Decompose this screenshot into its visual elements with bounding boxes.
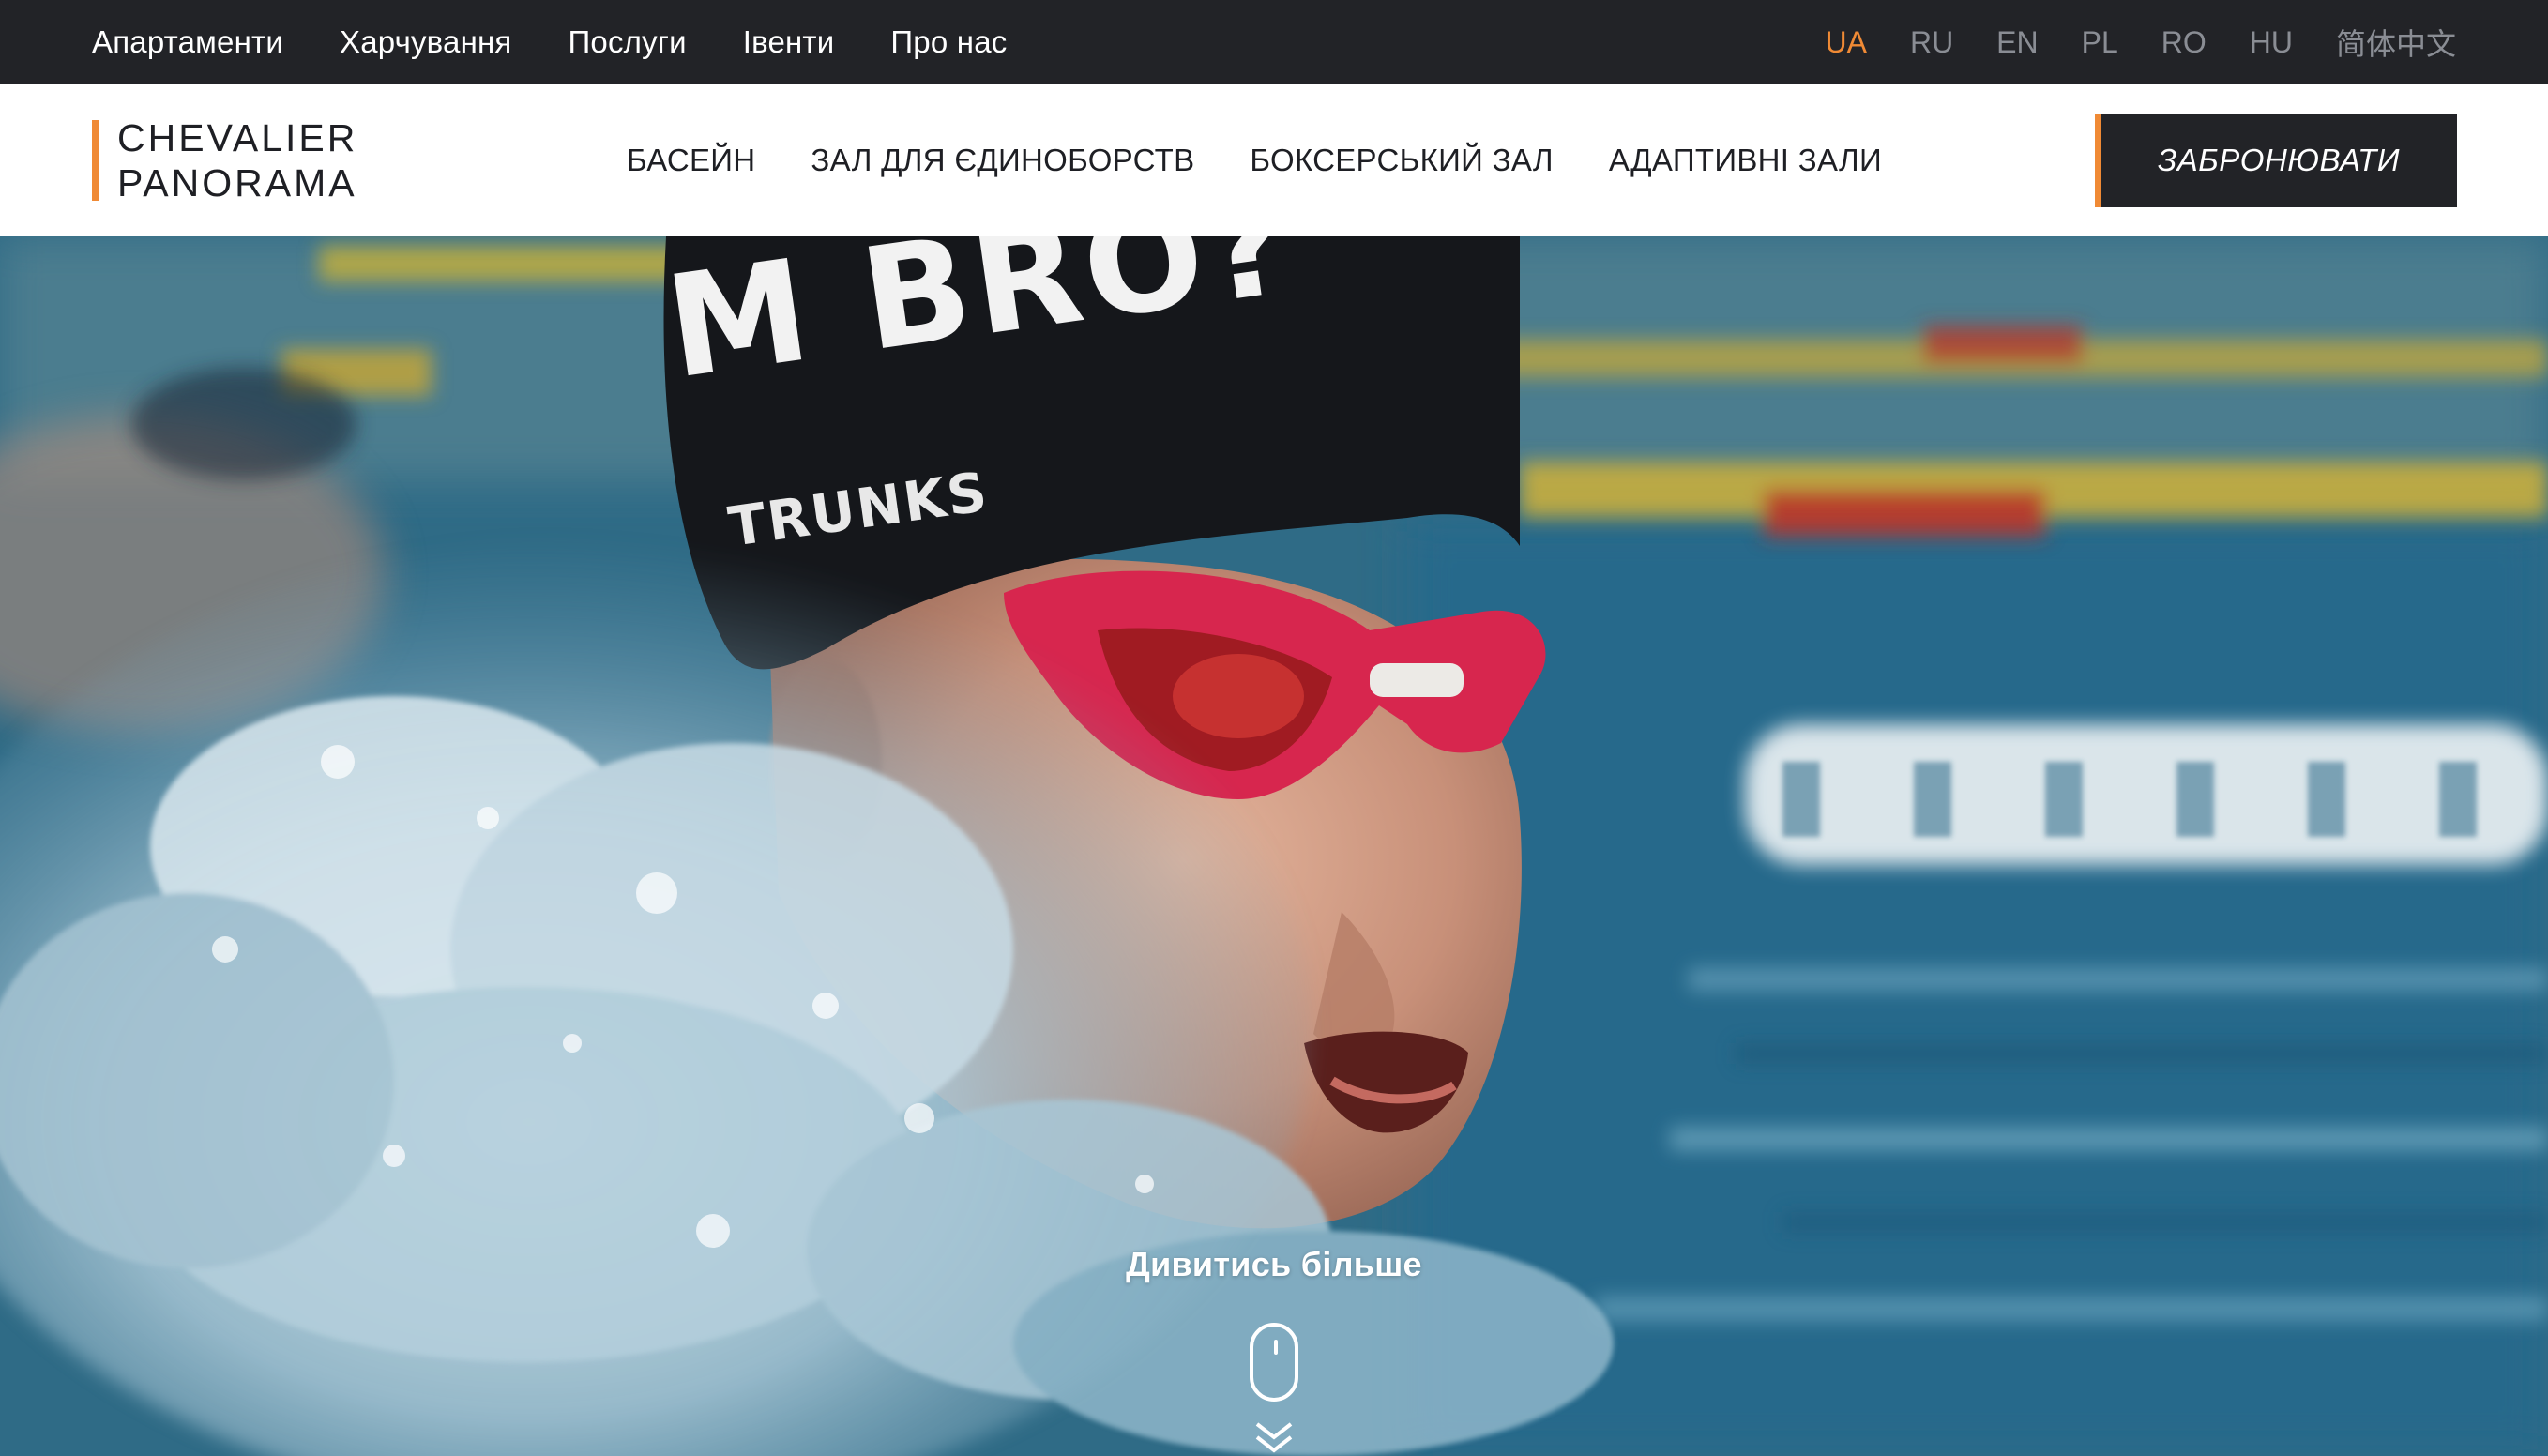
main-nav: БАСЕЙН ЗАЛ ДЛЯ ЄДИНОБОРСТВ БОКСЕРСЬКИЙ З… bbox=[627, 84, 1882, 236]
nav-link-food[interactable]: Харчування bbox=[340, 24, 512, 60]
double-chevron-down-icon[interactable] bbox=[1253, 1420, 1295, 1454]
nav-pool[interactable]: БАСЕЙН bbox=[627, 143, 755, 178]
mouse-icon[interactable] bbox=[1250, 1323, 1298, 1402]
nav-link-about[interactable]: Про нас bbox=[890, 24, 1007, 60]
logo-line-1: CHEVALIER bbox=[117, 116, 358, 159]
nav-link-events[interactable]: Івенти bbox=[743, 24, 835, 60]
lang-pl[interactable]: PL bbox=[2082, 25, 2118, 60]
nav-martial-arts-hall[interactable]: ЗАЛ ДЛЯ ЄДИНОБОРСТВ bbox=[811, 143, 1194, 178]
nav-link-services[interactable]: Послуги bbox=[569, 24, 687, 60]
logo-line-2: PANORAMA bbox=[117, 161, 357, 205]
language-switcher: UA RU EN PL RO HU 简体中文 bbox=[1826, 21, 2457, 64]
lang-en[interactable]: EN bbox=[1996, 25, 2038, 60]
lang-ru[interactable]: RU bbox=[1910, 25, 1953, 60]
top-utility-bar: Апартаменти Харчування Послуги Івенти Пр… bbox=[0, 0, 2548, 84]
nav-link-apartments[interactable]: Апартаменти bbox=[92, 24, 283, 60]
view-more-link[interactable]: Дивитись більше bbox=[0, 1245, 2548, 1284]
lang-hu[interactable]: HU bbox=[2250, 25, 2293, 60]
logo-text: CHEVALIER PANORAMA bbox=[117, 116, 357, 205]
hero-section: M BRO? TRUNKS Дивитись більше bbox=[0, 236, 2548, 1456]
main-header: CHEVALIER PANORAMA БАСЕЙН ЗАЛ ДЛЯ ЄДИНОБ… bbox=[0, 84, 2548, 236]
lang-zh[interactable]: 简体中文 bbox=[2336, 21, 2456, 64]
nav-adaptive-halls[interactable]: АДАПТИВНІ ЗАЛИ bbox=[1609, 143, 1882, 178]
book-button[interactable]: ЗАБРОНЮВАТИ bbox=[2095, 114, 2457, 207]
logo-accent-bar bbox=[92, 120, 99, 201]
nav-boxing-hall[interactable]: БОКСЕРСЬКИЙ ЗАЛ bbox=[1250, 143, 1553, 178]
site-logo[interactable]: CHEVALIER PANORAMA bbox=[92, 116, 357, 205]
lang-ua[interactable]: UA bbox=[1826, 25, 1867, 60]
utility-nav: Апартаменти Харчування Послуги Івенти Пр… bbox=[92, 24, 1007, 60]
lang-ro[interactable]: RO bbox=[2161, 25, 2207, 60]
